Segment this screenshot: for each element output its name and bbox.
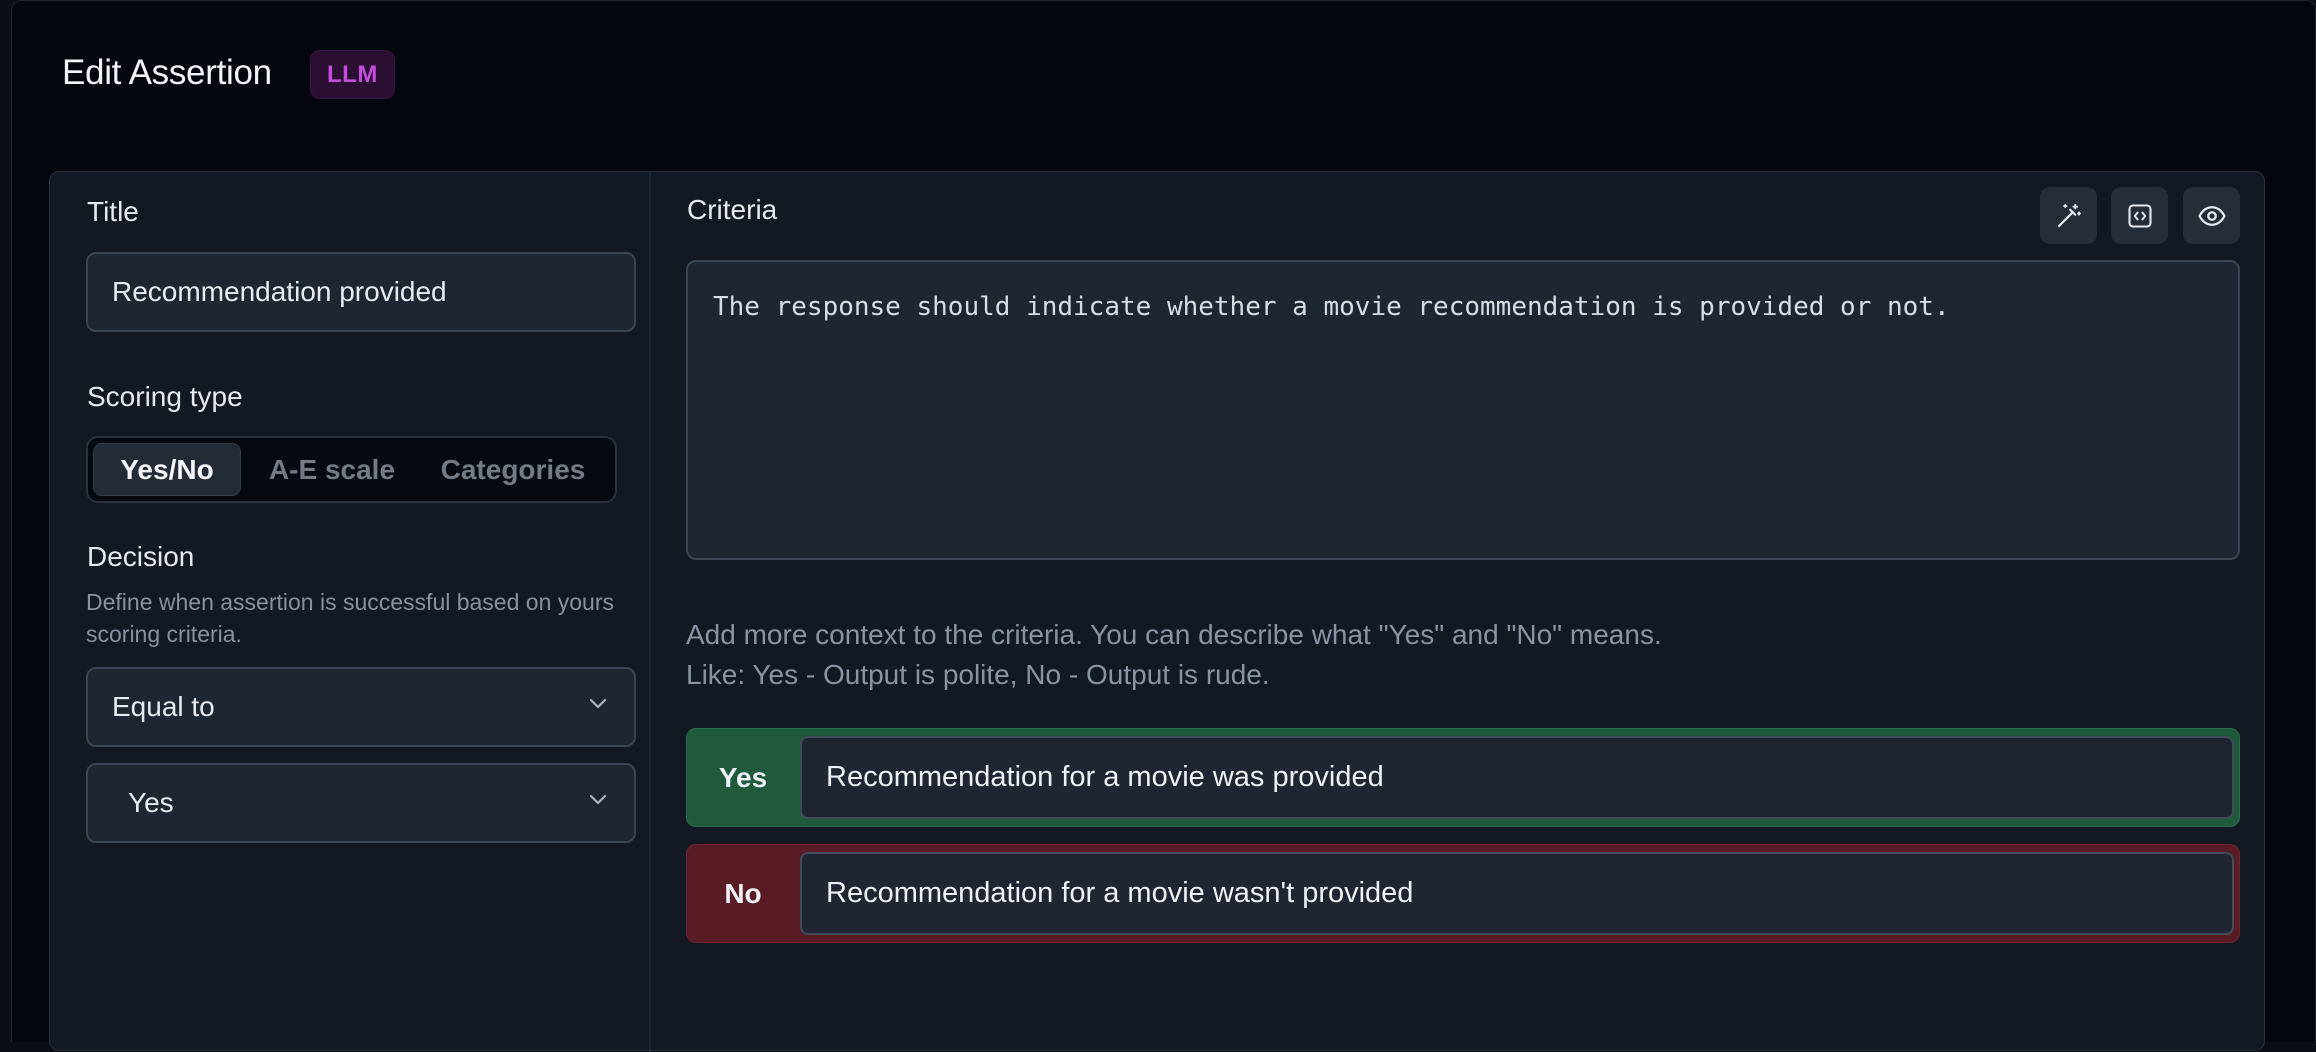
outcome-yes-description: Recommendation for a movie was provided: [826, 761, 1384, 793]
outcome-no-row: No Recommendation for a movie wasn't pro…: [686, 844, 2240, 943]
outcome-yes-description-input[interactable]: Recommendation for a movie was provided: [800, 736, 2234, 819]
panel-divider: [649, 172, 651, 1052]
preview-button[interactable]: [2183, 187, 2240, 244]
criteria-text: The response should indicate whether a m…: [713, 292, 1950, 322]
outcome-no-tag: No: [724, 877, 762, 909]
magic-wand-button[interactable]: [2040, 187, 2097, 244]
decision-target-select[interactable]: Yes: [86, 763, 636, 843]
dialog-title: Edit Assertion: [62, 53, 272, 92]
outcome-yes-tag: Yes: [718, 761, 768, 793]
outcome-no-description-input[interactable]: Recommendation for a movie wasn't provid…: [800, 852, 2234, 935]
scoring-type-label: Scoring type: [87, 381, 243, 412]
title-label: Title: [87, 196, 139, 227]
context-help-line-2: Like: Yes - Output is polite, No - Outpu…: [686, 659, 1270, 690]
eye-icon: [2197, 205, 2226, 226]
decision-help-text: Define when assertion is successful base…: [86, 589, 615, 647]
code-view-button[interactable]: [2111, 187, 2168, 244]
magic-wand-icon: [2057, 203, 2081, 227]
chevron-down-icon: [589, 794, 607, 805]
decision-target-value: Yes: [128, 787, 174, 818]
outcome-yes-row: Yes Recommendation for a movie was provi…: [686, 728, 2240, 827]
chevron-down-icon: [589, 698, 607, 709]
code-icon: [2127, 203, 2152, 228]
decision-operator-select[interactable]: Equal to: [86, 667, 636, 747]
decision-operator-value: Equal to: [112, 691, 215, 722]
scoring-option-categories[interactable]: Categories: [418, 443, 608, 496]
criteria-label: Criteria: [687, 194, 778, 225]
llm-badge: LLM: [310, 50, 395, 99]
outcome-no-description: Recommendation for a movie wasn't provid…: [826, 877, 1414, 909]
scoring-option-yes-no[interactable]: Yes/No: [93, 443, 241, 496]
title-input-value: Recommendation provided: [112, 276, 447, 307]
criteria-textarea[interactable]: The response should indicate whether a m…: [686, 260, 2240, 560]
scoring-type-toggle: Yes/No A-E scale Categories: [86, 436, 617, 503]
context-help-text: Add more context to the criteria. You ca…: [686, 615, 1662, 695]
decision-label: Decision: [87, 541, 195, 572]
scoring-option-a-e-scale[interactable]: A-E scale: [250, 443, 414, 496]
context-help-line-1: Add more context to the criteria. You ca…: [686, 619, 1662, 650]
title-input[interactable]: Recommendation provided: [86, 252, 636, 332]
